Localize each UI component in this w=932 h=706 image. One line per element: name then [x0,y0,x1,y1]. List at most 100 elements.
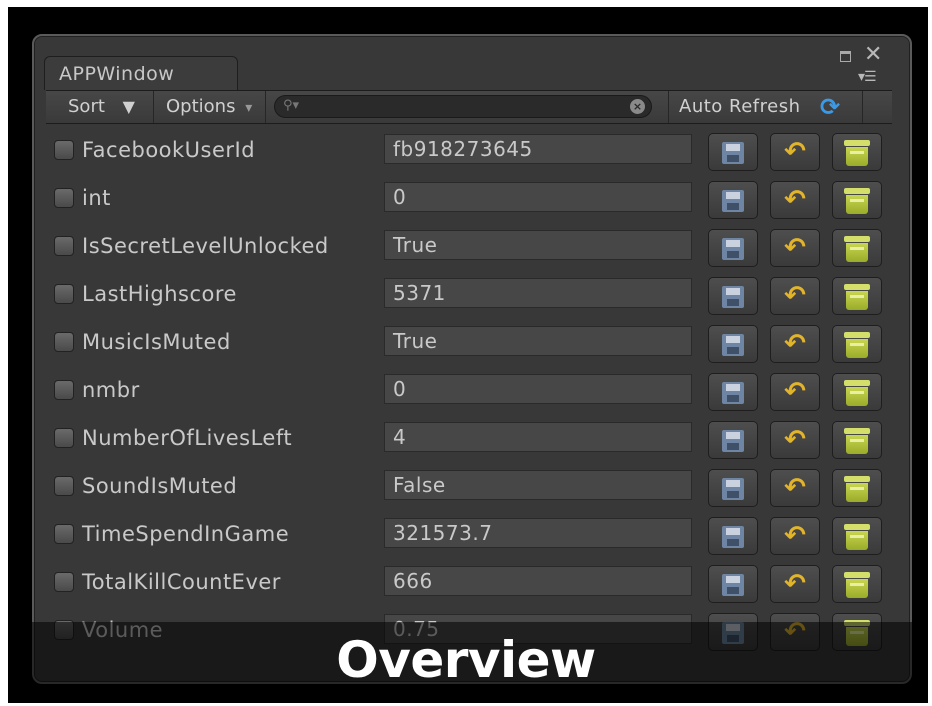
pref-value-field[interactable]: 0 [384,182,692,212]
delete-button[interactable] [832,133,882,171]
pref-row: MusicIsMuted True ↶ [48,318,892,366]
undo-button[interactable]: ↶ [770,565,820,603]
save-button[interactable] [708,373,758,411]
window-menu-icon[interactable]: ▾☰ [858,70,877,84]
save-button[interactable] [708,469,758,507]
delete-button[interactable] [832,565,882,603]
close-icon[interactable]: ✕ [864,44,882,66]
floppy-disk-icon [722,574,744,596]
pref-key-label: TimeSpendInGame [82,522,290,546]
pref-row: int 0 ↶ [48,174,892,222]
undo-button[interactable]: ↶ [770,469,820,507]
auto-refresh-toggle[interactable]: Auto Refresh [668,91,808,123]
undo-button[interactable]: ↶ [770,325,820,363]
undo-button[interactable]: ↶ [770,229,820,267]
undo-arrow-icon: ↶ [784,425,806,455]
pref-key-label: int [82,186,111,210]
delete-button[interactable] [832,421,882,459]
sort-arrow-icon: ▼ [122,97,135,116]
pref-value-field[interactable]: True [384,230,692,260]
trash-icon [844,524,870,550]
pref-checkbox[interactable] [54,428,74,448]
pref-row: TimeSpendInGame 321573.7 ↶ [48,510,892,558]
pref-checkbox[interactable] [54,236,74,256]
sort-dropdown[interactable]: Sort ▼ [46,91,154,123]
pref-checkbox[interactable] [54,524,74,544]
pref-checkbox[interactable] [54,380,74,400]
pref-key-label: MusicIsMuted [82,330,231,354]
floppy-disk-icon [722,478,744,500]
pref-key-label: LastHighscore [82,282,237,306]
undo-button[interactable]: ↶ [770,181,820,219]
pref-checkbox[interactable] [54,140,74,160]
pref-value-field[interactable]: 666 [384,566,692,596]
toolbar-divider [862,91,863,123]
trash-icon [844,236,870,262]
pref-value-field[interactable]: False [384,470,692,500]
pref-value-field[interactable]: 0 [384,374,692,404]
window-tab[interactable]: APPWindow [44,56,238,90]
undo-button[interactable]: ↶ [770,133,820,171]
pref-checkbox[interactable] [54,188,74,208]
delete-button[interactable] [832,517,882,555]
undo-button[interactable]: ↶ [770,277,820,315]
delete-button[interactable] [832,373,882,411]
save-button[interactable] [708,565,758,603]
pref-checkbox[interactable] [54,332,74,352]
pref-row: IsSecretLevelUnlocked True ↶ [48,222,892,270]
options-dropdown[interactable]: Options ▾ [154,91,266,123]
undo-arrow-icon: ↶ [784,329,806,359]
trash-icon [844,284,870,310]
options-label: Options [166,96,236,117]
maximize-icon[interactable] [840,51,851,62]
pref-checkbox[interactable] [54,284,74,304]
save-button[interactable] [708,421,758,459]
floppy-disk-icon [722,382,744,404]
delete-button[interactable] [832,469,882,507]
save-button[interactable] [708,181,758,219]
pref-value-field[interactable]: 4 [384,422,692,452]
delete-button[interactable] [832,325,882,363]
floppy-disk-icon [722,334,744,356]
undo-arrow-icon: ↶ [784,377,806,407]
pref-checkbox[interactable] [54,572,74,592]
floppy-disk-icon [722,238,744,260]
pref-value-field[interactable]: fb918273645 [384,134,692,164]
pref-row: NumberOfLivesLeft 4 ↶ [48,414,892,462]
trash-icon [844,476,870,502]
undo-arrow-icon: ↶ [784,281,806,311]
pref-value-field[interactable]: 5371 [384,278,692,308]
search-field[interactable]: ⚲▾ × [274,95,652,118]
clear-search-icon[interactable]: × [630,99,645,114]
trash-icon [844,428,870,454]
refresh-icon[interactable]: ⟳ [820,95,846,119]
floppy-disk-icon [722,286,744,308]
pref-checkbox[interactable] [54,476,74,496]
pref-row: SoundIsMuted False ↶ [48,462,892,510]
pref-key-label: NumberOfLivesLeft [82,426,293,450]
save-button[interactable] [708,517,758,555]
search-input[interactable] [305,97,625,116]
pref-value-field[interactable]: True [384,326,692,356]
undo-arrow-icon: ↶ [784,569,806,599]
pref-value-field[interactable]: 321573.7 [384,518,692,548]
delete-button[interactable] [832,277,882,315]
undo-button[interactable]: ↶ [770,517,820,555]
save-button[interactable] [708,229,758,267]
pref-key-label: nmbr [82,378,140,402]
pref-row: nmbr 0 ↶ [48,366,892,414]
save-button[interactable] [708,325,758,363]
search-icon: ⚲▾ [283,98,300,113]
pref-key-label: FacebookUserId [82,138,256,162]
save-button[interactable] [708,277,758,315]
trash-icon [844,140,870,166]
undo-arrow-icon: ↶ [784,233,806,263]
delete-button[interactable] [832,181,882,219]
floppy-disk-icon [722,526,744,548]
floppy-disk-icon [722,142,744,164]
save-button[interactable] [708,133,758,171]
undo-button[interactable]: ↶ [770,373,820,411]
trash-icon [844,332,870,358]
delete-button[interactable] [832,229,882,267]
undo-button[interactable]: ↶ [770,421,820,459]
